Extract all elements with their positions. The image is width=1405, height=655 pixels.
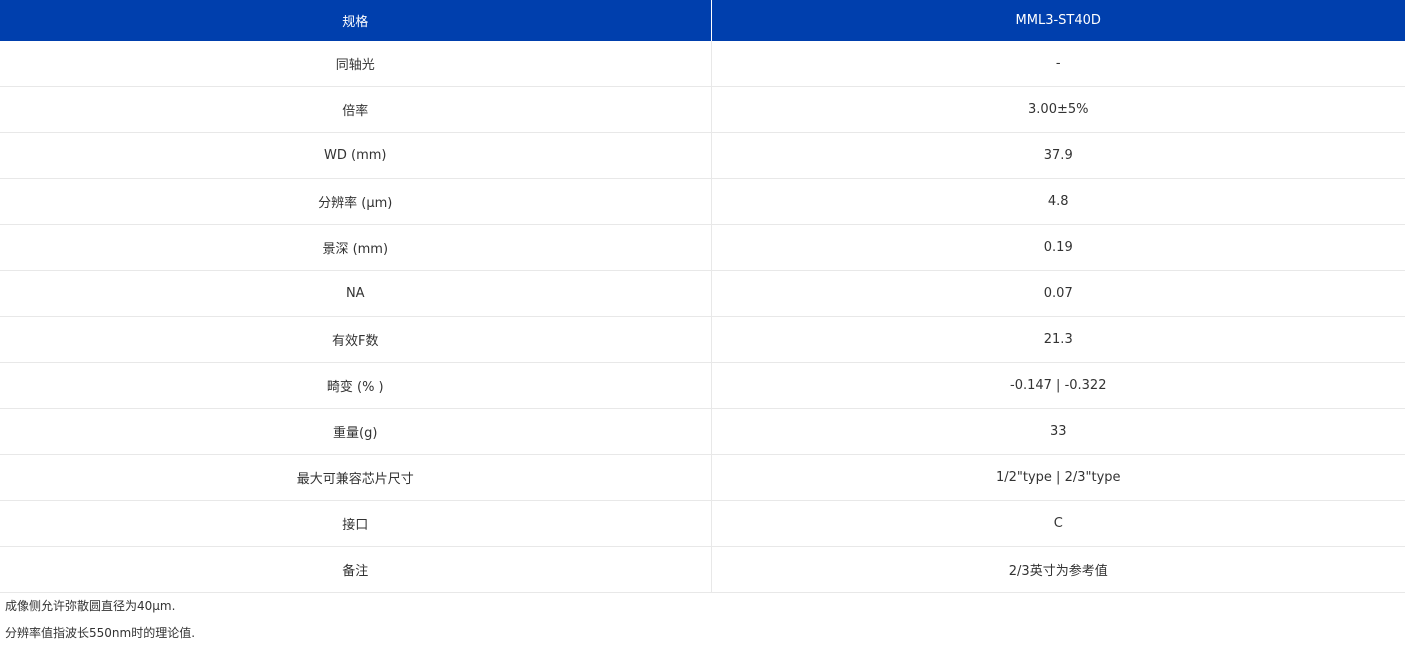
table-row: 景深 (mm) 0.19 [0,224,1405,271]
row-label: 同轴光 [0,41,712,87]
table-row: 同轴光 - [0,41,1405,87]
row-label: 接口 [0,500,712,547]
footnotes: 成像侧允许弥散圆直径为40μm. 分辨率值指波长550nm时的理论值. [0,593,1405,647]
row-label: 备注 [0,546,712,593]
row-label: 有效F数 [0,316,712,363]
header-spec: 规格 [0,0,712,41]
spec-table: 规格 MML3-ST40D 同轴光 - 倍率 3.00±5% WD (mm) 3… [0,0,1405,593]
row-label: NA [0,270,712,317]
row-value: 37.9 [711,132,1405,179]
row-value: 0.19 [711,224,1405,271]
row-label: 重量(g) [0,408,712,455]
table-row: 分辨率 (μm) 4.8 [0,178,1405,225]
row-value: 4.8 [711,178,1405,225]
row-label: 分辨率 (μm) [0,178,712,225]
row-value: - [711,41,1405,87]
row-value: C [711,500,1405,547]
row-value: 33 [711,408,1405,455]
row-value: 1/2"type | 2/3"type [711,454,1405,501]
table-row: NA 0.07 [0,270,1405,317]
footnote: 成像侧允许弥散圆直径为40μm. [5,599,176,613]
row-label: 最大可兼容芯片尺寸 [0,454,712,501]
table-row: 有效F数 21.3 [0,316,1405,363]
row-value: -0.147 | -0.322 [711,362,1405,409]
table-row: WD (mm) 37.9 [0,132,1405,179]
header-row: 规格 MML3-ST40D [0,0,1405,41]
row-value: 21.3 [711,316,1405,363]
row-label: 倍率 [0,86,712,133]
row-value: 2/3英寸为参考值 [711,546,1405,593]
table-row: 倍率 3.00±5% [0,86,1405,133]
row-label: 景深 (mm) [0,224,712,271]
footnote: 分辨率值指波长550nm时的理论值. [5,626,196,640]
header-model: MML3-ST40D [711,0,1405,41]
row-value: 0.07 [711,270,1405,317]
table-row: 接口 C [0,500,1405,547]
row-value: 3.00±5% [711,86,1405,133]
row-label: WD (mm) [0,132,712,179]
table-row: 最大可兼容芯片尺寸 1/2"type | 2/3"type [0,454,1405,501]
table-row: 备注 2/3英寸为参考值 [0,546,1405,593]
row-label: 畸变 (% ) [0,362,712,409]
table-row: 重量(g) 33 [0,408,1405,455]
table-row: 畸变 (% ) -0.147 | -0.322 [0,362,1405,409]
